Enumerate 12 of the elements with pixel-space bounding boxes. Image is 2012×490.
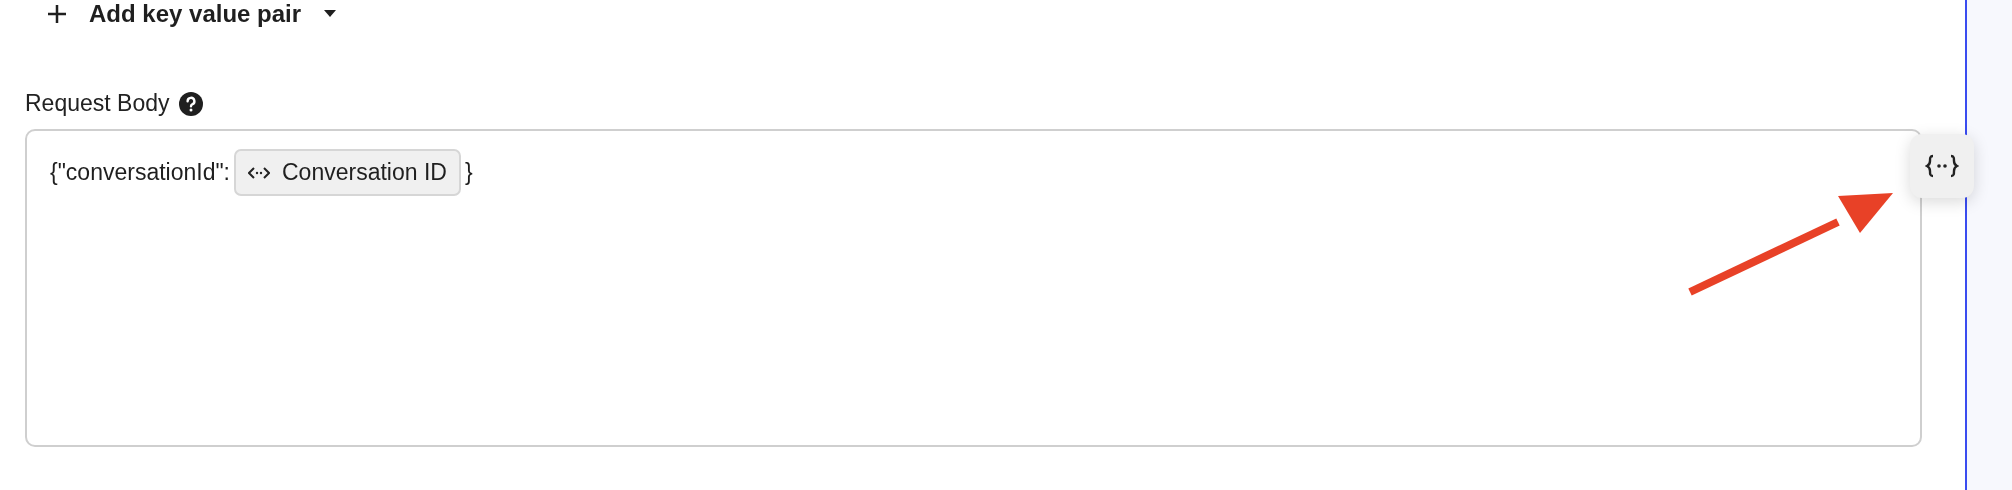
request-body-field[interactable]: {"conversationId": Conversation ID }	[25, 129, 1922, 447]
variable-chip[interactable]: Conversation ID	[234, 149, 461, 196]
field-label: Request Body	[25, 90, 170, 117]
insert-variable-button[interactable]	[1910, 134, 1974, 198]
body-text: {"conversationId":	[50, 159, 230, 186]
add-pair-button[interactable]: Add key value pair	[47, 0, 302, 28]
braces-icon	[1925, 154, 1959, 178]
help-icon[interactable]	[179, 91, 204, 116]
code-arrows-icon	[248, 166, 270, 179]
plus-icon	[47, 4, 67, 24]
caret-icon[interactable]	[323, 9, 338, 19]
body-text: }	[464, 159, 473, 186]
